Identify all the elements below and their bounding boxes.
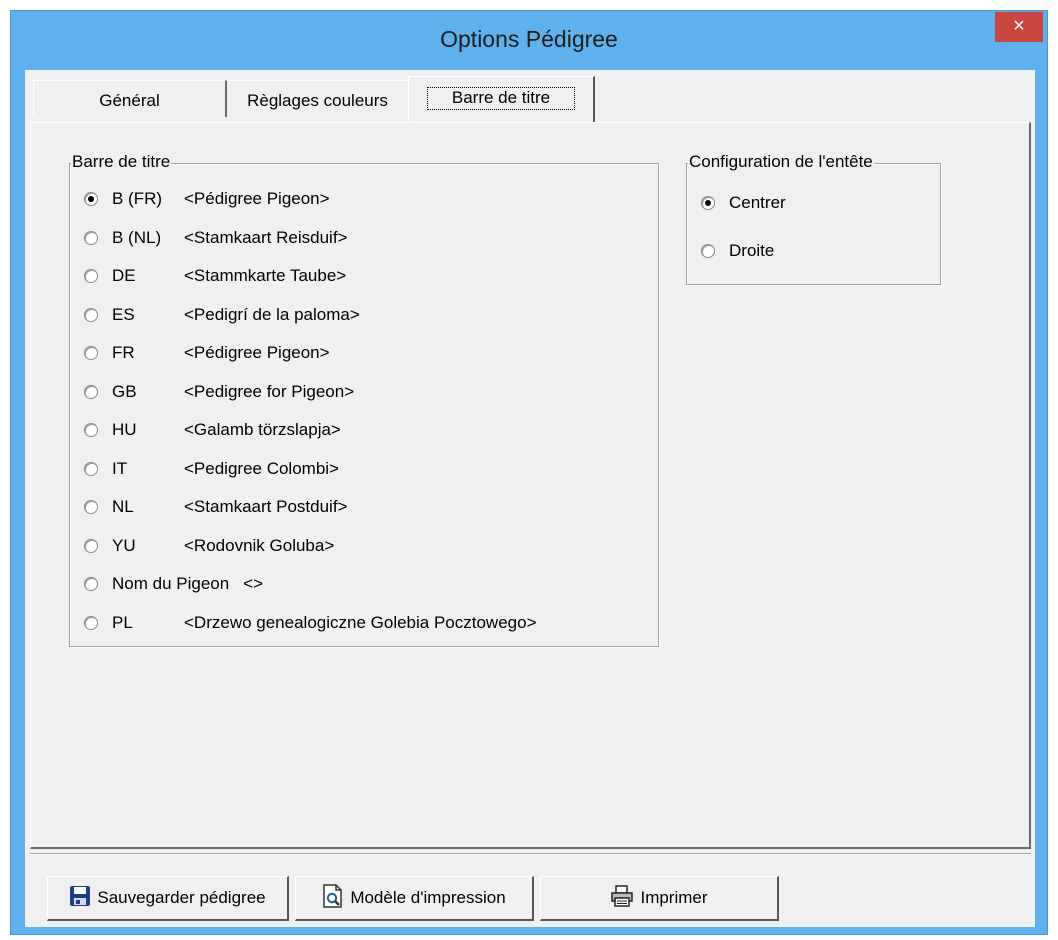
- radio-option-name: <Drzewo genealogiczne Golebia Pocztowego…: [184, 612, 537, 632]
- radio-option-title[interactable]: DE <Stammkarte Taube>: [84, 264, 346, 288]
- tab-panel-title-bar: Barre de titre B (FR) <Pédigree Pigeon> B …: [30, 122, 1031, 849]
- radio-centrer-label: Centrer: [729, 193, 786, 212]
- radio-option-title[interactable]: GB <Pedigree for Pigeon>: [84, 380, 354, 404]
- radio-option-title[interactable]: NL <Stamkaart Postduif>: [84, 495, 347, 519]
- radio-option-code: B (NL): [112, 227, 162, 247]
- radio-option-name: <Pedigree Colombi>: [184, 458, 339, 478]
- radio-indicator[interactable]: [84, 346, 98, 360]
- radio-option-name: <Galamb törzslapja>: [184, 420, 341, 439]
- radio-option-name: <Pédigree Pigeon>: [184, 343, 330, 362]
- radio-indicator[interactable]: [84, 538, 98, 553]
- header-config-group-legend: Configuration de l'entête: [688, 152, 874, 172]
- radio-indicator[interactable]: [84, 307, 98, 322]
- radio-option-code: HU: [112, 420, 137, 439]
- tab-color-settings[interactable]: Règlages couleurs: [225, 80, 408, 117]
- radio-option-code: ES: [112, 304, 135, 324]
- print-label: Imprimer: [640, 888, 708, 907]
- dialog-client-area: Général Règlages couleurs Barre de titre…: [25, 70, 1035, 927]
- radio-option-code: PL: [112, 612, 133, 632]
- radio-option-title[interactable]: YU <Rodovnik Goluba>: [84, 534, 334, 558]
- radio-indicator[interactable]: [84, 615, 98, 630]
- radio-option-code: B (FR): [112, 189, 163, 208]
- radio-option-code: GB: [112, 381, 137, 401]
- radio-indicator[interactable]: [84, 500, 98, 514]
- radio-indicator[interactable]: [84, 577, 98, 591]
- radio-indicator[interactable]: [84, 423, 98, 437]
- radio-centrer-indicator[interactable]: [701, 196, 715, 210]
- title-bar-group: Barre de titre B (FR) <Pédigree Pigeon> B …: [69, 152, 659, 647]
- radio-indicator[interactable]: [84, 192, 98, 206]
- tab-general-label: Général: [99, 91, 160, 110]
- radio-option-code: DE: [112, 266, 136, 285]
- radio-option-title[interactable]: IT <Pedigree Colombi>: [84, 457, 339, 481]
- options-pedigree-window: Options Pédigree × Général Règlages coul…: [10, 10, 1048, 935]
- radio-option-title[interactable]: Nom du Pigeon <>: [84, 572, 263, 596]
- radio-option-code: Nom du Pigeon: [112, 574, 230, 593]
- radio-option-code: NL: [112, 497, 134, 516]
- radio-indicator[interactable]: [84, 384, 98, 399]
- title-bar-group-legend: Barre de titre: [71, 152, 172, 172]
- header-config-group: Configuration de l'entête Centrer Droite: [686, 152, 941, 285]
- radio-option-name: <Stammkarte Taube>: [184, 266, 347, 285]
- radio-option-code: IT: [112, 458, 128, 478]
- radio-indicator[interactable]: [84, 230, 98, 245]
- radio-option-name: <Pedigree for Pigeon>: [184, 381, 355, 401]
- save-pedigree-label: Sauvegarder pédigree: [97, 888, 266, 907]
- radio-indicator[interactable]: [84, 461, 98, 476]
- radio-option-title[interactable]: HU <Galamb törzslapja>: [84, 418, 341, 442]
- floppy-disk-icon: [69, 885, 91, 912]
- radio-option-name: <Pédigree Pigeon>: [184, 189, 330, 208]
- tab-general[interactable]: Général: [33, 80, 225, 117]
- radio-option-title[interactable]: ES <Pedigrí de la paloma>: [84, 303, 360, 327]
- button-bar-divider: [30, 853, 1031, 855]
- window-title: Options Pédigree: [440, 26, 618, 52]
- radio-centrer[interactable]: Centrer: [701, 191, 786, 215]
- radio-option-code: FR: [112, 343, 135, 362]
- radio-option-name: <Rodovnik Goluba>: [184, 535, 335, 555]
- tab-title-bar-label: Barre de titre: [426, 87, 576, 110]
- radio-droite-indicator[interactable]: [701, 244, 715, 258]
- radio-droite[interactable]: Droite: [701, 239, 774, 263]
- tab-title-bar[interactable]: Barre de titre: [408, 76, 595, 122]
- print-template-button[interactable]: Modèle d'impression: [295, 876, 534, 921]
- radio-option-title[interactable]: FR <Pédigree Pigeon>: [84, 341, 330, 365]
- radio-droite-label: Droite: [729, 241, 775, 260]
- radio-option-title[interactable]: B (FR) <Pédigree Pigeon>: [84, 187, 330, 211]
- radio-option-title[interactable]: B (NL) <Stamkaart Reisduif>: [84, 226, 347, 250]
- title-bar[interactable]: Options Pédigree ×: [11, 11, 1047, 71]
- radio-indicator[interactable]: [84, 269, 98, 283]
- tab-color-settings-label: Règlages couleurs: [247, 91, 388, 110]
- print-template-label: Modèle d'impression: [350, 888, 506, 907]
- radio-option-title[interactable]: PL <Drzewo genealogiczne Golebia Pocztowe…: [84, 611, 537, 635]
- radio-option-name: <Stamkaart Reisduif>: [184, 227, 348, 247]
- radio-option-name: <Pedigrí de la paloma>: [184, 304, 360, 324]
- close-button[interactable]: ×: [995, 12, 1043, 42]
- print-preview-icon: [322, 883, 344, 913]
- print-button[interactable]: Imprimer: [540, 876, 779, 921]
- save-pedigree-button[interactable]: Sauvegarder pédigree: [47, 876, 289, 921]
- radio-option-name: <>: [243, 574, 264, 593]
- printer-icon: [610, 884, 634, 912]
- radio-option-code: YU: [112, 535, 136, 555]
- radio-option-name: <Stamkaart Postduif>: [184, 497, 348, 516]
